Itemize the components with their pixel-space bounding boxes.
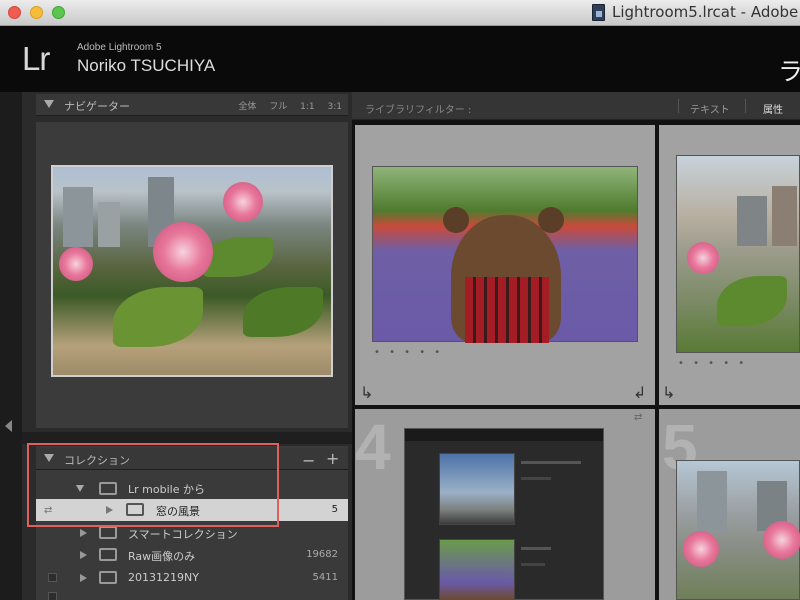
collection-count: 19682 <box>306 549 338 560</box>
phone-album-label <box>521 563 545 566</box>
rotate-right-icon[interactable]: ↲ <box>633 383 646 402</box>
phone-album-label <box>521 461 581 464</box>
triangle-right-icon[interactable] <box>80 551 87 559</box>
filter-separator <box>745 99 746 113</box>
rotate-left-icon[interactable]: ↳ <box>662 383 675 402</box>
filter-separator <box>678 99 679 113</box>
phone-album-thumbnail <box>439 453 515 525</box>
collection-count: 5 <box>331 504 338 515</box>
smart-collection-set-icon <box>99 526 117 539</box>
flower-shape <box>683 531 719 567</box>
leaf-shape <box>113 287 203 347</box>
collection-row[interactable] <box>36 590 348 600</box>
building-shape <box>697 471 727 531</box>
flower-shape <box>687 242 719 274</box>
building-shape <box>98 202 120 247</box>
phone-status-bar <box>405 429 603 441</box>
building-shape <box>772 186 797 246</box>
lightroom-logo: Lr <box>22 40 50 77</box>
annotation-highlight-box <box>27 443 279 527</box>
module-tab-library[interactable]: ラ <box>778 52 800 88</box>
bear-ear-shape <box>443 207 469 233</box>
navigator-title: ナビゲーター <box>64 100 130 113</box>
grid-thumbnail-mobile-screenshot[interactable] <box>404 428 604 600</box>
zoom-option-1-1[interactable]: 1:1 <box>300 102 314 112</box>
window-titlebar: Lightroom5.lrcat - Adobe <box>0 0 800 26</box>
flower-shape <box>223 182 263 222</box>
collection-count: 5411 <box>312 572 338 583</box>
grid-thumbnail-city-view[interactable] <box>676 155 800 353</box>
product-name: Adobe Lightroom 5 <box>77 42 162 53</box>
navigator-zoom-options: 全体 フル 1:1 3:1 <box>228 99 342 112</box>
phone-album-label <box>521 547 551 550</box>
grid-thumbnail-teddy-bear[interactable] <box>372 166 638 343</box>
triangle-right-icon[interactable] <box>80 574 87 582</box>
leaf-shape <box>243 287 323 337</box>
collection-name: Raw画像のみ <box>128 550 196 563</box>
left-panel-edge[interactable] <box>0 92 22 600</box>
target-checkbox[interactable] <box>48 592 57 600</box>
filter-tab-text[interactable]: テキスト <box>690 101 730 116</box>
zoom-option-3-1[interactable]: 3:1 <box>328 102 342 112</box>
swap-icon[interactable]: ⇄ <box>634 412 642 423</box>
collection-row[interactable]: 20131219NY 5411 <box>36 567 348 589</box>
collection-name: 20131219NY <box>128 571 199 584</box>
navigator-header[interactable]: ナビゲーター 全体 フル 1:1 3:1 <box>36 94 348 116</box>
collection-icon <box>99 571 117 584</box>
zoom-option-fit[interactable]: 全体 <box>238 102 256 112</box>
remove-collection-button[interactable]: − <box>302 451 315 470</box>
building-shape <box>737 196 767 246</box>
window-title: Lightroom5.lrcat - Adobe <box>612 3 799 21</box>
grid-thumbnail-city-flower[interactable] <box>676 460 800 600</box>
minimize-window-button[interactable] <box>30 6 43 19</box>
collapse-left-panel-icon[interactable] <box>5 420 12 432</box>
target-checkbox[interactable] <box>48 573 57 582</box>
collection-name: スマートコレクション <box>128 528 238 541</box>
phone-album-label <box>521 477 551 480</box>
bear-shirt-shape <box>465 277 549 343</box>
add-collection-button[interactable]: + <box>326 449 339 468</box>
rating-dots[interactable]: • • • • • <box>374 347 443 358</box>
triangle-down-icon <box>44 100 54 108</box>
collection-row[interactable]: Raw画像のみ 19682 <box>36 544 348 566</box>
navigator-preview-image[interactable] <box>51 165 333 377</box>
leaf-shape <box>717 276 787 326</box>
rating-dots[interactable]: • • • • • <box>678 358 747 369</box>
grid-cell-number: 4 <box>355 411 391 483</box>
flower-shape <box>763 521 800 559</box>
zoom-option-fill[interactable]: フル <box>269 102 287 112</box>
library-filter-title: ライブラリフィルター : <box>365 105 472 116</box>
flower-shape <box>59 247 93 281</box>
document-icon <box>592 4 605 21</box>
building-shape <box>63 187 93 247</box>
user-name: Noriko TSUCHIYA <box>77 56 216 75</box>
close-window-button[interactable] <box>8 6 21 19</box>
zoom-window-button[interactable] <box>52 6 65 19</box>
leaf-shape <box>203 237 273 277</box>
phone-album-thumbnail <box>439 539 515 600</box>
flower-shape <box>153 222 213 282</box>
rotate-left-icon[interactable]: ↳ <box>360 383 373 402</box>
filter-tab-attribute[interactable]: 属性 <box>763 101 783 116</box>
triangle-right-icon[interactable] <box>80 529 87 537</box>
smart-collection-icon <box>99 548 117 561</box>
